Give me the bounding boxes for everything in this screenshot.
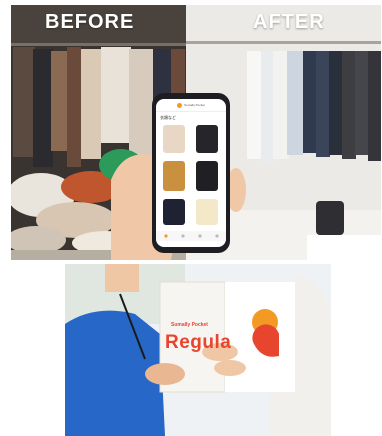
phone-header: Sumally Pocket [156,99,226,112]
item-coat-camel [163,161,185,191]
item-jacket-black [196,161,218,191]
item-coat-black [196,125,218,153]
item-grid [156,125,226,241]
after-label: AFTER [253,11,325,33]
phone-header-text: Sumally Pocket [184,103,205,107]
before-label: BEFORE [45,11,135,33]
item-sweater-navy [163,199,185,225]
before-after-photo: BEFORE AFTER Sumally Pocket 衣類など [11,5,381,260]
smartphone: Sumally Pocket 衣類など [152,93,230,253]
phone-screen: Sumally Pocket 衣類など [156,99,226,247]
item-coat-beige [163,125,185,153]
item-sweater-cream [196,199,218,225]
delivery-photo: Sumally Pocket Regula [65,264,331,436]
box-brand-text: Sumally Pocket [171,322,208,328]
phone-section-title: 衣類など [160,115,176,120]
brand-logo-icon [177,102,183,108]
box-word-text: Regula [165,332,232,353]
